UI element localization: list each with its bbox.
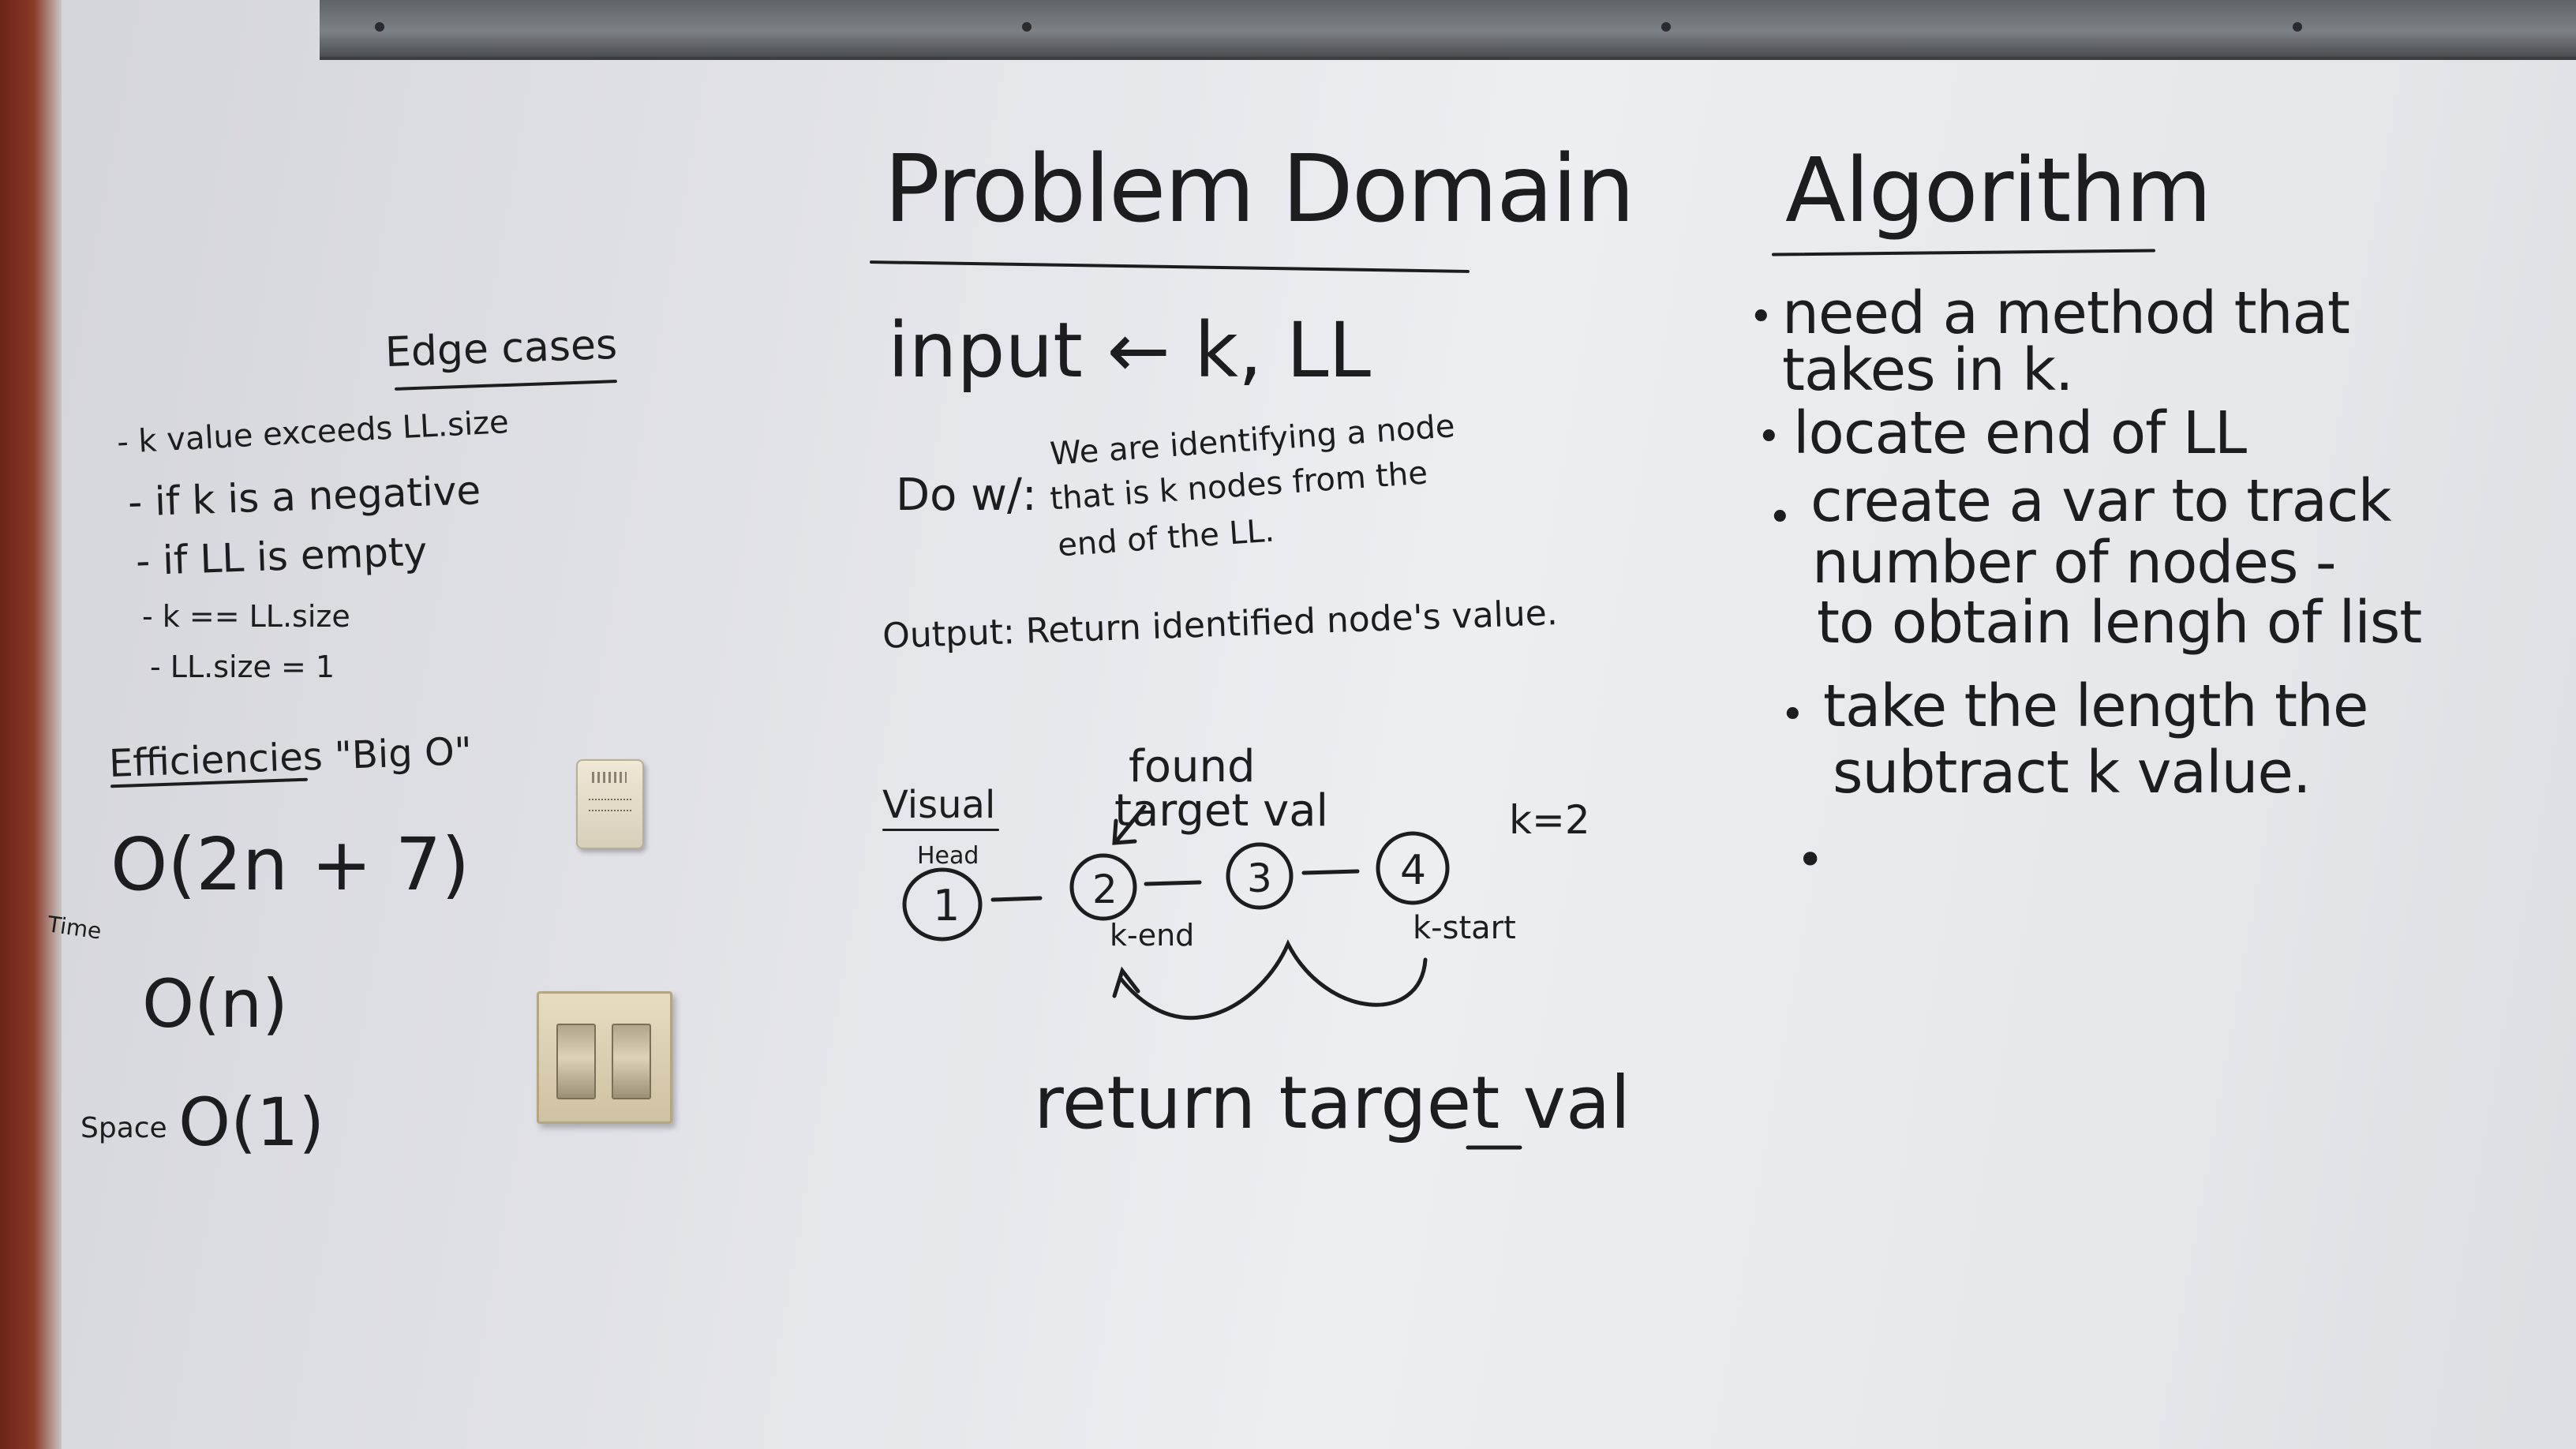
list-node-value: 3 bbox=[1247, 856, 1272, 901]
list-link bbox=[990, 896, 1043, 902]
traversal-arc bbox=[1118, 939, 1428, 1020]
k-end-label: k-end bbox=[1110, 918, 1195, 953]
list-link bbox=[1301, 869, 1360, 875]
k-start-label: k-start bbox=[1413, 910, 1516, 946]
wall-thermostat bbox=[576, 759, 644, 849]
found-arrow bbox=[1115, 804, 1147, 842]
light-switch bbox=[612, 1024, 651, 1099]
list-node-value: 2 bbox=[1092, 867, 1118, 912]
whiteboard-photo: Problem Domain input ← k, LL Do w/: We a… bbox=[0, 0, 2576, 1449]
light-switch bbox=[556, 1024, 596, 1099]
light-switch-plate bbox=[537, 991, 672, 1124]
list-node-value: 4 bbox=[1400, 847, 1426, 894]
list-node-value: 1 bbox=[933, 881, 960, 930]
list-link bbox=[1144, 880, 1202, 886]
linked-list-drawing: 1 2 3 4 bbox=[902, 804, 1522, 1150]
return-statement: return target val bbox=[1034, 1061, 1631, 1145]
